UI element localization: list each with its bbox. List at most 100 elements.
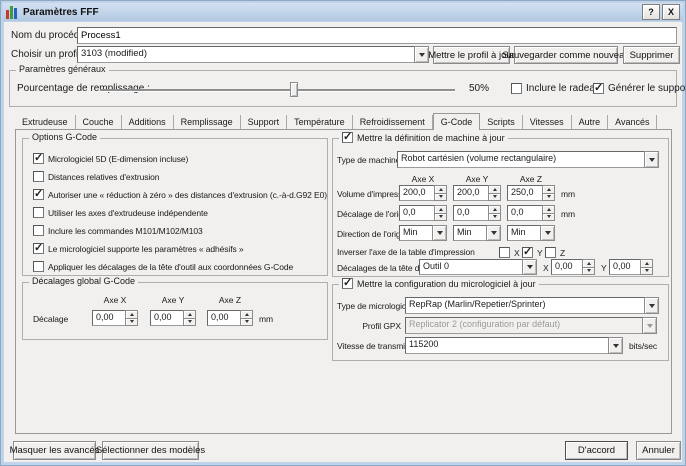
help-icon[interactable]: ? — [642, 4, 660, 20]
process-name-input[interactable] — [77, 27, 677, 44]
cancel-button[interactable]: Annuler — [636, 441, 681, 460]
include-raft-checkbox[interactable]: Inclure le radeau — [511, 83, 601, 94]
machine-definition-checkbox[interactable] — [342, 132, 353, 143]
origin-y-value[interactable]: 0,0 — [453, 205, 488, 221]
offset-x-stepper[interactable]: 0,00 — [92, 310, 138, 326]
spin-down-icon[interactable] — [434, 214, 447, 222]
option-relative-distances[interactable]: Distances relatives d'extrusion — [33, 171, 159, 182]
toolhead-y-stepper[interactable]: 0,00 — [609, 259, 653, 275]
hide-advanced-button[interactable]: Masquer les avancés — [13, 441, 96, 460]
spin-down-icon[interactable] — [582, 268, 595, 276]
option-toolhead-checkbox[interactable] — [33, 261, 44, 272]
chevron-down-icon[interactable] — [608, 337, 623, 354]
ok-button[interactable]: D'accord — [565, 441, 628, 460]
spin-up-icon[interactable] — [183, 310, 196, 319]
option-5d-firmware[interactable]: Micrologiciel 5D (E-dimension incluse) — [33, 153, 188, 164]
infill-slider-handle[interactable] — [290, 82, 298, 97]
update-profile-button[interactable]: Mettre le profil à jour — [433, 46, 510, 64]
option-sticky-checkbox[interactable] — [33, 243, 44, 254]
spin-up-icon[interactable] — [488, 205, 501, 214]
volume-z-stepper[interactable]: 250,0 — [507, 185, 555, 201]
origin-x-value[interactable]: 0,0 — [399, 205, 434, 221]
offset-z-stepper[interactable]: 0,00 — [207, 310, 253, 326]
origin-z-stepper[interactable]: 0,0 — [507, 205, 555, 221]
support-checkbox-box[interactable] — [593, 83, 604, 94]
option-independent-axes[interactable]: Utiliser les axes d'extrudeuse indépende… — [33, 207, 208, 218]
delete-profile-button[interactable]: Supprimer — [623, 46, 680, 64]
toolhead-x-value[interactable]: 0,00 — [551, 259, 582, 275]
option-m101-checkbox[interactable] — [33, 225, 44, 236]
spin-up-icon[interactable] — [542, 185, 555, 194]
tab-avances[interactable]: Avancés — [608, 115, 657, 129]
volume-z-value[interactable]: 250,0 — [507, 185, 542, 201]
spin-down-icon[interactable] — [542, 214, 555, 222]
tab-extrudeuse[interactable]: Extrudeuse — [15, 115, 76, 129]
volume-x-value[interactable]: 200,0 — [399, 185, 434, 201]
spin-down-icon[interactable] — [542, 194, 555, 202]
flip-z-checkbox[interactable]: Z — [545, 247, 565, 258]
save-as-new-button[interactable]: Sauvegarder comme nouveau — [514, 46, 618, 64]
spin-down-icon[interactable] — [640, 268, 653, 276]
chevron-down-icon[interactable] — [522, 259, 537, 275]
toolhead-x-stepper[interactable]: 0,00 — [551, 259, 595, 275]
select-models-button[interactable]: Sélectionner des modèles — [102, 441, 199, 460]
origin-dir-x-select[interactable]: Min — [399, 225, 447, 241]
chevron-down-icon[interactable] — [432, 225, 447, 241]
option-toolhead-offsets[interactable]: Appliquer les décalages de la tête d'out… — [33, 261, 293, 272]
origin-dir-y-select[interactable]: Min — [453, 225, 501, 241]
chevron-down-icon[interactable] — [540, 225, 555, 241]
raft-checkbox-box[interactable] — [511, 83, 522, 94]
chevron-down-icon[interactable] — [644, 151, 659, 168]
tab-gcode[interactable]: G-Code — [433, 113, 481, 130]
spin-down-icon[interactable] — [488, 194, 501, 202]
machine-type-select[interactable]: Robot cartésien (volume rectangulaire) — [397, 151, 659, 168]
spin-down-icon[interactable] — [488, 214, 501, 222]
chevron-down-icon[interactable] — [486, 225, 501, 241]
chevron-down-icon[interactable] — [644, 297, 659, 314]
offset-y-value[interactable]: 0,00 — [150, 310, 183, 326]
flip-z-box[interactable] — [545, 247, 556, 258]
spin-down-icon[interactable] — [125, 319, 138, 327]
profile-select[interactable]: 3103 (modified) — [77, 46, 429, 63]
spin-up-icon[interactable] — [582, 259, 595, 268]
chevron-down-icon[interactable] — [414, 46, 429, 63]
generate-support-checkbox[interactable]: Générer le support — [593, 83, 686, 94]
toolhead-y-value[interactable]: 0,00 — [609, 259, 640, 275]
spin-up-icon[interactable] — [542, 205, 555, 214]
firmware-type-select[interactable]: RepRap (Marlin/Repetier/Sprinter) — [405, 297, 659, 314]
volume-y-stepper[interactable]: 200,0 — [453, 185, 501, 201]
tab-remplissage[interactable]: Remplissage — [174, 115, 241, 129]
spin-up-icon[interactable] — [240, 310, 253, 319]
option-relative-checkbox[interactable] — [33, 171, 44, 182]
origin-z-value[interactable]: 0,0 — [507, 205, 542, 221]
spin-up-icon[interactable] — [488, 185, 501, 194]
spin-down-icon[interactable] — [183, 319, 196, 327]
option-independent-checkbox[interactable] — [33, 207, 44, 218]
toolhead-select[interactable]: Outil 0 — [419, 259, 537, 275]
offset-y-stepper[interactable]: 0,00 — [150, 310, 196, 326]
option-zeroing-checkbox[interactable] — [33, 189, 44, 200]
offset-x-value[interactable]: 0,00 — [92, 310, 125, 326]
offset-z-value[interactable]: 0,00 — [207, 310, 240, 326]
flip-y-box[interactable] — [522, 247, 533, 258]
tab-support[interactable]: Support — [241, 115, 288, 129]
spin-up-icon[interactable] — [434, 205, 447, 214]
flip-y-checkbox[interactable]: Y — [522, 247, 543, 258]
tab-refroidissement[interactable]: Refroidissement — [353, 115, 433, 129]
firmware-config-checkbox[interactable] — [342, 278, 353, 289]
close-icon[interactable]: X — [662, 4, 680, 20]
option-sticky-params[interactable]: Le micrologiciel supporte les paramètres… — [33, 243, 244, 254]
infill-slider-track[interactable] — [100, 89, 455, 91]
spin-up-icon[interactable] — [434, 185, 447, 194]
origin-x-stepper[interactable]: 0,0 — [399, 205, 447, 221]
tab-scripts[interactable]: Scripts — [480, 115, 523, 129]
volume-y-value[interactable]: 200,0 — [453, 185, 488, 201]
tab-autre[interactable]: Autre — [572, 115, 609, 129]
baud-rate-select[interactable]: 115200 — [405, 337, 623, 354]
spin-down-icon[interactable] — [434, 194, 447, 202]
origin-dir-z-select[interactable]: Min — [507, 225, 555, 241]
spin-up-icon[interactable] — [640, 259, 653, 268]
spin-up-icon[interactable] — [125, 310, 138, 319]
volume-x-stepper[interactable]: 200,0 — [399, 185, 447, 201]
tab-vitesses[interactable]: Vitesses — [523, 115, 572, 129]
